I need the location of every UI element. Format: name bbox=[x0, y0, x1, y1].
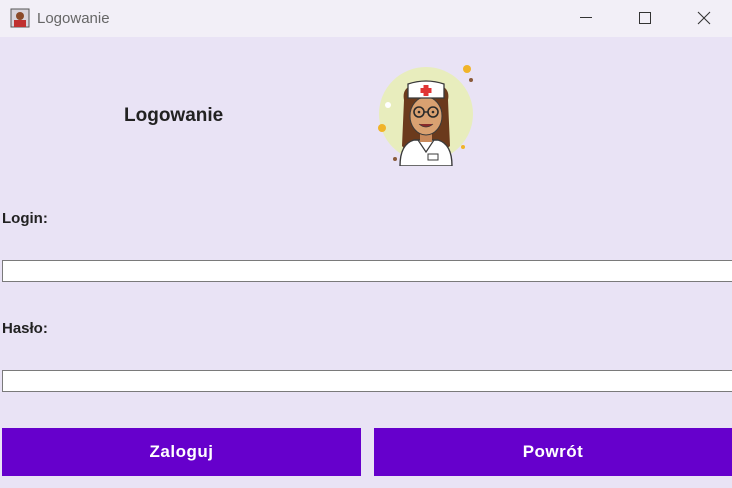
login-label: Login: bbox=[2, 210, 48, 227]
password-input[interactable] bbox=[2, 370, 732, 392]
back-button[interactable]: Powrót bbox=[374, 428, 732, 476]
close-button[interactable] bbox=[681, 0, 727, 36]
login-button[interactable]: Zaloguj bbox=[2, 428, 361, 476]
minimize-icon bbox=[580, 17, 592, 18]
window-title: Logowanie bbox=[37, 10, 110, 27]
login-panel: Logowanie Login: Hasło: Zaloguj Powrót bbox=[0, 37, 732, 488]
app-icon bbox=[10, 8, 30, 28]
login-input[interactable] bbox=[2, 260, 732, 282]
password-label: Hasło: bbox=[2, 320, 48, 337]
page-title: Logowanie bbox=[124, 105, 224, 126]
window-titlebar: Logowanie bbox=[0, 0, 732, 38]
maximize-icon bbox=[639, 12, 651, 24]
close-icon bbox=[697, 11, 711, 25]
minimize-button[interactable] bbox=[563, 0, 609, 36]
nurse-avatar-icon bbox=[378, 65, 473, 166]
maximize-button[interactable] bbox=[621, 0, 667, 36]
